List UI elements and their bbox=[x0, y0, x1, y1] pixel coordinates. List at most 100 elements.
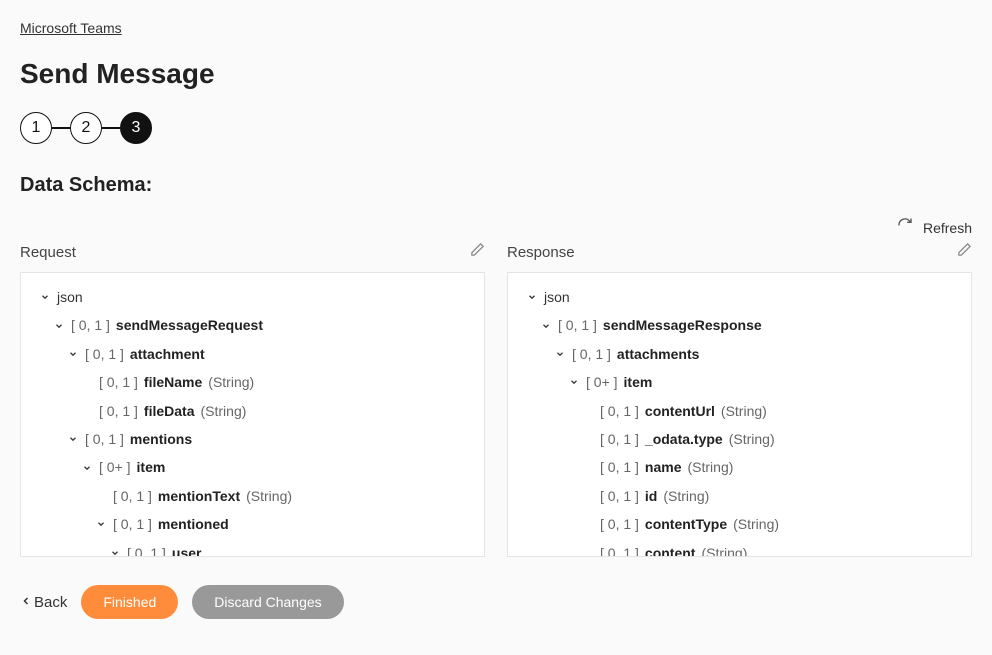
tree-card: [ 0, 1 ] bbox=[600, 400, 639, 422]
tree-row[interactable]: [ 0, 1 ] fileName (String) bbox=[39, 368, 466, 396]
pencil-icon[interactable] bbox=[957, 242, 972, 262]
tree-row[interactable]: [ 0, 1 ] name (String) bbox=[526, 453, 953, 481]
tree-card: [ 0, 1 ] bbox=[600, 542, 639, 557]
stepper: 1 2 3 bbox=[20, 112, 972, 144]
tree-card: [ 0+ ] bbox=[99, 456, 131, 478]
tree-type: (String) bbox=[246, 485, 292, 507]
tree-field: fileData bbox=[144, 400, 195, 422]
back-button[interactable]: Back bbox=[20, 594, 67, 611]
tree-card: [ 0, 1 ] bbox=[600, 428, 639, 450]
tree-root: json bbox=[57, 286, 83, 308]
tree-field: user bbox=[172, 542, 202, 557]
chevron-down-icon[interactable] bbox=[67, 434, 79, 444]
tree-row[interactable]: [ 0, 1 ] contentType (String) bbox=[526, 510, 953, 538]
tree-card: [ 0, 1 ] bbox=[600, 456, 639, 478]
tree-card: [ 0, 1 ] bbox=[113, 513, 152, 535]
page-title: Send Message bbox=[20, 58, 972, 90]
tree-card: [ 0, 1 ] bbox=[99, 400, 138, 422]
tree-type: (String) bbox=[201, 400, 247, 422]
chevron-down-icon[interactable] bbox=[95, 519, 107, 529]
response-title: Response bbox=[507, 244, 575, 261]
tree-row[interactable]: [ 0, 1 ] fileData (String) bbox=[39, 397, 466, 425]
tree-field: fileName bbox=[144, 371, 202, 393]
tree-field: mentions bbox=[130, 428, 192, 450]
tree-type: (String) bbox=[729, 428, 775, 450]
tree-field: content bbox=[645, 542, 696, 557]
tree-field: contentType bbox=[645, 513, 727, 535]
tree-field: mentionText bbox=[158, 485, 240, 507]
tree-row[interactable]: [ 0, 1 ] attachment bbox=[39, 340, 466, 368]
pencil-icon[interactable] bbox=[470, 242, 485, 262]
tree-row[interactable]: json bbox=[39, 283, 466, 311]
chevron-down-icon[interactable] bbox=[540, 321, 552, 331]
finished-button[interactable]: Finished bbox=[81, 585, 178, 619]
step-2[interactable]: 2 bbox=[70, 112, 102, 144]
tree-type: (String) bbox=[701, 542, 747, 557]
tree-card: [ 0, 1 ] bbox=[600, 485, 639, 507]
request-tree: json [ 0, 1 ] sendMessageRequest [ 0, 1 … bbox=[20, 272, 485, 557]
tree-row[interactable]: [ 0, 1 ] _odata.type (String) bbox=[526, 425, 953, 453]
tree-row[interactable]: [ 0, 1 ] id (String) bbox=[526, 482, 953, 510]
tree-type: (String) bbox=[733, 513, 779, 535]
response-column: Response json [ 0, 1 ] sendMessageRespon… bbox=[507, 242, 972, 557]
chevron-down-icon[interactable] bbox=[53, 321, 65, 331]
tree-card: [ 0, 1 ] bbox=[600, 513, 639, 535]
tree-field: _odata.type bbox=[645, 428, 723, 450]
tree-row[interactable]: [ 0, 1 ] user bbox=[39, 539, 466, 557]
tree-type: (String) bbox=[688, 456, 734, 478]
tree-card: [ 0, 1 ] bbox=[85, 343, 124, 365]
chevron-down-icon[interactable] bbox=[526, 292, 538, 302]
tree-field: item bbox=[624, 371, 653, 393]
step-line bbox=[102, 127, 120, 129]
tree-root: json bbox=[544, 286, 570, 308]
tree-type: (String) bbox=[721, 400, 767, 422]
tree-row[interactable]: [ 0, 1 ] sendMessageResponse bbox=[526, 311, 953, 339]
tree-row[interactable]: [ 0+ ] item bbox=[39, 453, 466, 481]
section-title: Data Schema: bbox=[20, 174, 972, 197]
chevron-down-icon[interactable] bbox=[81, 463, 93, 473]
response-tree: json [ 0, 1 ] sendMessageResponse [ 0, 1… bbox=[507, 272, 972, 557]
tree-field: contentUrl bbox=[645, 400, 715, 422]
tree-row[interactable]: [ 0, 1 ] mentionText (String) bbox=[39, 482, 466, 510]
step-1[interactable]: 1 bbox=[20, 112, 52, 144]
tree-field: item bbox=[137, 456, 166, 478]
tree-row[interactable]: [ 0, 1 ] content (String) bbox=[526, 539, 953, 557]
tree-row[interactable]: [ 0+ ] item bbox=[526, 368, 953, 396]
chevron-down-icon[interactable] bbox=[554, 349, 566, 359]
refresh-icon[interactable] bbox=[897, 217, 913, 238]
chevron-left-icon bbox=[20, 594, 32, 611]
tree-row[interactable]: json bbox=[526, 283, 953, 311]
chevron-down-icon[interactable] bbox=[109, 548, 121, 557]
request-column: Request json [ 0, 1 ] sendMessageRequest… bbox=[20, 242, 485, 557]
chevron-down-icon[interactable] bbox=[67, 349, 79, 359]
tree-field: attachments bbox=[617, 343, 699, 365]
tree-row[interactable]: [ 0, 1 ] attachments bbox=[526, 340, 953, 368]
chevron-down-icon[interactable] bbox=[39, 292, 51, 302]
tree-card: [ 0, 1 ] bbox=[71, 314, 110, 336]
tree-card: [ 0, 1 ] bbox=[99, 371, 138, 393]
tree-row[interactable]: [ 0, 1 ] mentions bbox=[39, 425, 466, 453]
discard-button[interactable]: Discard Changes bbox=[192, 585, 343, 619]
tree-card: [ 0, 1 ] bbox=[558, 314, 597, 336]
tree-row[interactable]: [ 0, 1 ] sendMessageRequest bbox=[39, 311, 466, 339]
tree-field: sendMessageResponse bbox=[603, 314, 762, 336]
chevron-down-icon[interactable] bbox=[568, 377, 580, 387]
tree-field: attachment bbox=[130, 343, 205, 365]
tree-row[interactable]: [ 0, 1 ] mentioned bbox=[39, 510, 466, 538]
tree-field: id bbox=[645, 485, 657, 507]
request-title: Request bbox=[20, 244, 76, 261]
tree-card: [ 0, 1 ] bbox=[85, 428, 124, 450]
tree-type: (String) bbox=[663, 485, 709, 507]
tree-field: name bbox=[645, 456, 682, 478]
tree-card: [ 0, 1 ] bbox=[113, 485, 152, 507]
tree-field: mentioned bbox=[158, 513, 229, 535]
step-line bbox=[52, 127, 70, 129]
tree-card: [ 0, 1 ] bbox=[572, 343, 611, 365]
refresh-label[interactable]: Refresh bbox=[923, 220, 972, 236]
step-3[interactable]: 3 bbox=[120, 112, 152, 144]
tree-type: (String) bbox=[208, 371, 254, 393]
breadcrumb[interactable]: Microsoft Teams bbox=[20, 20, 122, 36]
tree-card: [ 0, 1 ] bbox=[127, 542, 166, 557]
tree-row[interactable]: [ 0, 1 ] contentUrl (String) bbox=[526, 397, 953, 425]
tree-field: sendMessageRequest bbox=[116, 314, 263, 336]
